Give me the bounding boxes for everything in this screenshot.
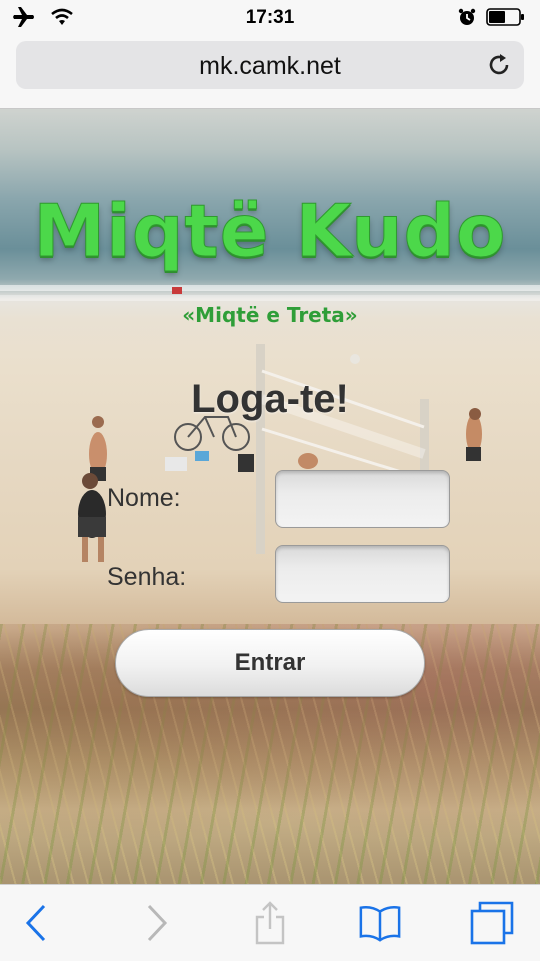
- submit-button[interactable]: Entrar: [115, 629, 425, 697]
- url-text[interactable]: mk.camk.net: [16, 52, 524, 81]
- status-bar: 17:31: [0, 0, 540, 36]
- browser-toolbar: [0, 884, 540, 961]
- address-bar[interactable]: mk.camk.net: [16, 41, 524, 89]
- back-icon[interactable]: [15, 901, 59, 945]
- share-icon[interactable]: [248, 901, 292, 945]
- site-logo-subtitle: «Miqtë e Treta»: [182, 303, 358, 327]
- web-content: Miqtë Kudo «Miqtë e Treta» Loga-te! Nome…: [0, 109, 540, 884]
- password-input[interactable]: [275, 545, 450, 603]
- browser-header: mk.camk.net: [0, 36, 540, 109]
- alarm-icon: [458, 8, 476, 31]
- status-right: [458, 8, 526, 31]
- name-input[interactable]: [275, 470, 450, 528]
- password-label: Senha:: [107, 563, 187, 591]
- name-label: Nome:: [107, 484, 181, 512]
- site-logo-title: Miqtë Kudo: [33, 189, 507, 274]
- tabs-icon[interactable]: [470, 901, 514, 945]
- reload-icon[interactable]: [486, 52, 512, 83]
- bookmarks-icon[interactable]: [358, 901, 402, 945]
- forward-icon[interactable]: [134, 901, 178, 945]
- battery-icon: [486, 8, 526, 31]
- login-heading: Loga-te!: [191, 377, 349, 421]
